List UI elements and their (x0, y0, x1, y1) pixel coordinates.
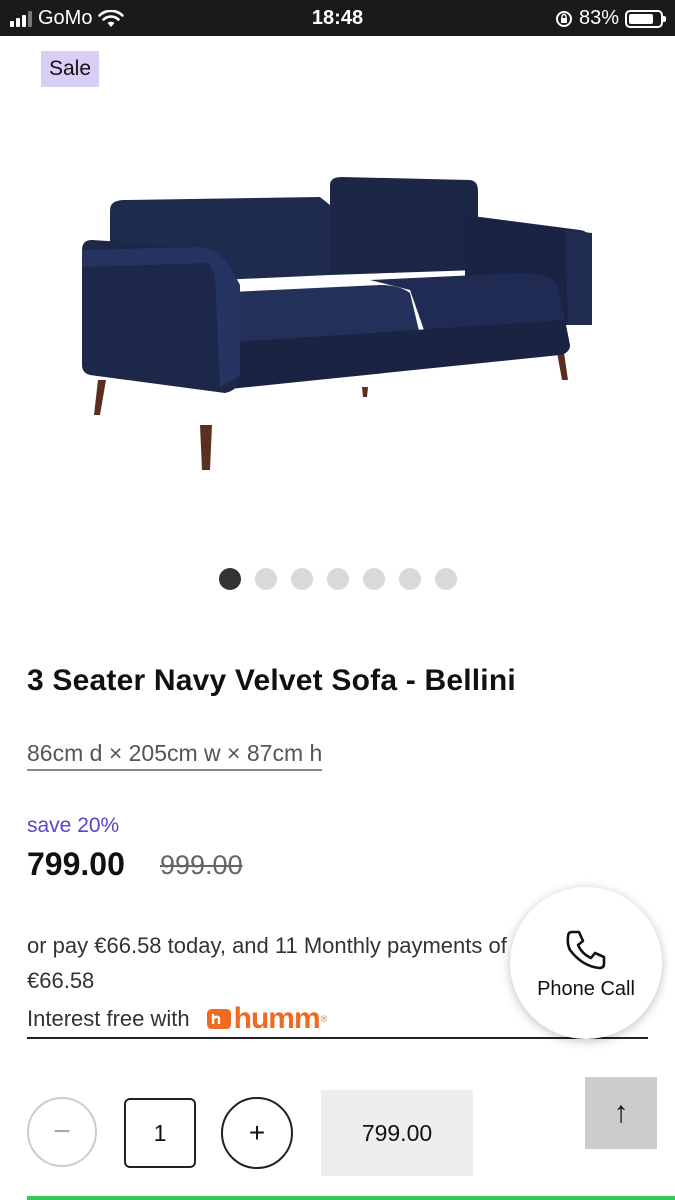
finance-line-2: €66.58 (27, 968, 95, 993)
carousel-dot[interactable] (362, 568, 385, 590)
phone-call-label: Phone Call (537, 977, 635, 1000)
carousel-dots[interactable] (0, 568, 675, 590)
orientation-lock-icon (555, 10, 572, 27)
carousel-dot[interactable] (254, 568, 277, 590)
bottom-accent-line (27, 1196, 675, 1200)
product-title: 3 Seater Navy Velvet Sofa - Bellini (27, 664, 516, 697)
humm-logo-icon (206, 1008, 231, 1029)
quantity-decrease-button[interactable]: − (27, 1097, 97, 1167)
save-label: save 20% (27, 814, 120, 837)
sale-badge: Sale (41, 51, 100, 87)
original-price: 999.00 (160, 850, 243, 880)
battery-percent: 83% (578, 7, 619, 29)
finance-line-1: or pay €66.58 today, and 11 Monthly paym… (27, 933, 507, 958)
finance-info: or pay €66.58 today, and 11 Monthly paym… (27, 928, 527, 998)
carousel-dot[interactable] (218, 568, 241, 590)
sale-price: 799.00 (27, 846, 125, 882)
status-bar: GoMo 18:48 83% (0, 0, 675, 36)
add-to-cart-button[interactable]: 799.00 (321, 1090, 473, 1176)
carousel-dot[interactable] (326, 568, 349, 590)
battery-icon (625, 9, 666, 28)
carousel-dot[interactable] (290, 568, 313, 590)
phone-icon (566, 930, 606, 969)
product-image[interactable] (80, 175, 600, 475)
carousel-dot[interactable] (434, 568, 457, 590)
scroll-to-top-button[interactable]: ↑ (585, 1077, 657, 1149)
humm-wordmark: humm (233, 1001, 321, 1035)
product-dimensions[interactable]: 86cm d × 205cm w × 87cm h (27, 740, 323, 771)
quantity-increase-button[interactable]: + (221, 1097, 293, 1169)
humm-registered: ® (320, 1013, 328, 1024)
phone-call-button[interactable]: Phone Call (510, 887, 662, 1039)
interest-free-label: Interest free with (27, 1005, 190, 1031)
quantity-input[interactable]: 1 (124, 1098, 196, 1168)
humm-logo: humm ® (204, 1001, 328, 1036)
carousel-dot[interactable] (398, 568, 421, 590)
